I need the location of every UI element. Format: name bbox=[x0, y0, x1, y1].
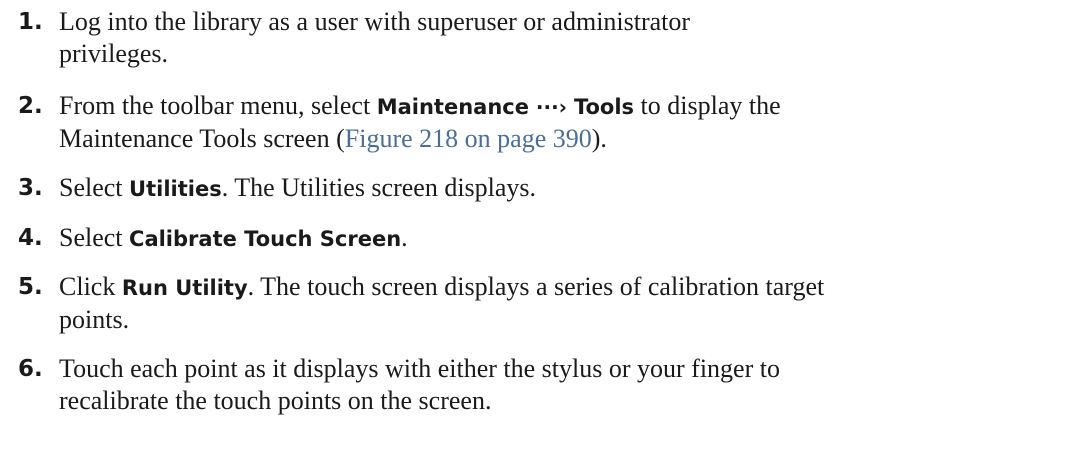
step-number: 6. bbox=[18, 356, 43, 382]
step-text-line: privileges. bbox=[59, 39, 169, 68]
step-text-segment: From the toolbar menu, select bbox=[59, 91, 377, 120]
step-text: From the toolbar menu, select Maintenanc… bbox=[59, 90, 1059, 155]
menu-maintenance-label: Maintenance bbox=[376, 95, 529, 119]
step-text-segment: Click bbox=[59, 272, 122, 301]
step-number: 1. bbox=[18, 9, 43, 35]
procedure-page: 1. Log into the library as a user with s… bbox=[0, 0, 1073, 457]
calibrate-touch-screen-label: Calibrate Touch Screen bbox=[129, 227, 402, 251]
step-number: 3. bbox=[18, 175, 43, 201]
run-utility-label: Run Utility bbox=[121, 276, 248, 300]
utilities-label: Utilities bbox=[129, 177, 222, 201]
step-text-line: Touch each point as it displays with eit… bbox=[59, 354, 780, 383]
step-text-segment: Maintenance Tools screen ( bbox=[59, 124, 345, 153]
step-number: 2. bbox=[18, 93, 43, 119]
step-text-line: recalibrate the touch points on the scre… bbox=[59, 386, 492, 415]
step-text: Touch each point as it displays with eit… bbox=[59, 353, 1059, 417]
step-text-segment: Select bbox=[59, 173, 130, 202]
step-text-segment: . bbox=[401, 223, 408, 252]
figure-reference-link[interactable]: Figure 218 on page 390 bbox=[345, 124, 592, 153]
menu-tools-label: Tools bbox=[573, 95, 635, 119]
step-number: 5. bbox=[18, 274, 43, 300]
step-text: Select Utilities. The Utilities screen d… bbox=[59, 172, 1059, 205]
step-number: 4. bbox=[18, 225, 43, 251]
step-text-segment: Select bbox=[59, 223, 130, 252]
step-text-segment: ). bbox=[591, 124, 607, 153]
step-text-segment: points. bbox=[59, 305, 130, 334]
menu-arrow-icon: ···› bbox=[528, 95, 574, 119]
step-text: Select Calibrate Touch Screen. bbox=[59, 222, 1059, 255]
step-text-segment: . The Utilities screen displays. bbox=[221, 173, 537, 202]
step-text-segment: to display the bbox=[634, 91, 781, 120]
step-text: Click Run Utility. The touch screen disp… bbox=[59, 271, 1059, 336]
step-text-segment: . The touch screen displays a series of … bbox=[247, 272, 825, 301]
step-text-line: Log into the library as a user with supe… bbox=[59, 7, 691, 36]
step-text: Log into the library as a user with supe… bbox=[59, 6, 1059, 70]
